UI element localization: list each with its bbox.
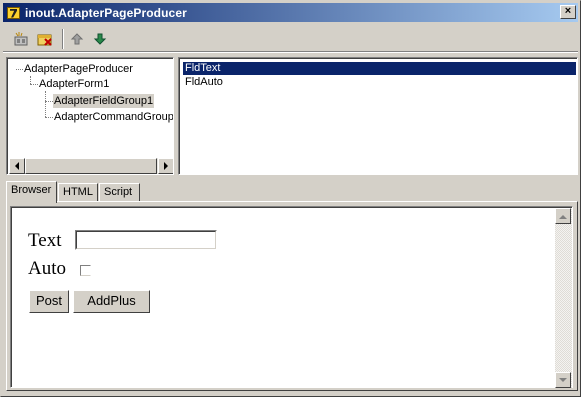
tree-connector — [45, 91, 46, 117]
delete-component-icon — [37, 34, 52, 46]
adapter-page-producer-window: inout.AdapterPageProducer × AdapterPageP… — [0, 0, 581, 397]
window-title: inout.AdapterPageProducer — [25, 5, 187, 20]
scroll-right-button[interactable] — [158, 158, 173, 174]
tree-connector — [30, 84, 38, 85]
tree-connector — [30, 76, 31, 84]
move-down-button[interactable] — [89, 29, 111, 49]
title-bar[interactable]: inout.AdapterPageProducer × — [3, 3, 578, 22]
tab-html[interactable]: HTML — [58, 183, 98, 201]
tree-connector — [45, 101, 53, 102]
post-button[interactable]: Post — [29, 290, 69, 313]
new-component-button[interactable] — [11, 29, 33, 49]
arrow-right-icon — [164, 162, 168, 170]
text-field-label: Text — [28, 230, 62, 251]
scroll-down-button[interactable] — [555, 372, 571, 388]
arrow-up-icon — [559, 214, 567, 219]
tree-horizontal-scrollbar[interactable] — [9, 158, 173, 174]
arrow-left-icon — [15, 162, 19, 170]
tree-connector — [45, 117, 53, 118]
list-item-fldauto[interactable]: FldAuto — [183, 76, 576, 89]
new-component-icon — [14, 32, 28, 46]
text-input[interactable] — [75, 230, 217, 250]
delphi-app-icon — [6, 5, 22, 21]
addplus-button[interactable]: AddPlus — [73, 290, 150, 313]
arrow-down-icon — [559, 377, 567, 382]
delete-component-button[interactable] — [35, 29, 57, 49]
scroll-thumb[interactable] — [25, 158, 157, 174]
scroll-up-button[interactable] — [555, 208, 571, 224]
toolbar — [3, 24, 578, 53]
move-down-icon — [93, 33, 107, 45]
toolbar-separator — [62, 29, 64, 49]
tree-node-adapter-command-group[interactable]: AdapterCommandGroup1 — [54, 110, 173, 124]
tree-node-adapter-field-group[interactable]: AdapterFieldGroup1 — [53, 94, 155, 108]
tree-connector — [16, 69, 23, 70]
move-up-button[interactable] — [66, 29, 88, 49]
component-tree[interactable]: AdapterPageProducer AdapterForm1 Adapter… — [6, 57, 174, 175]
list-item-fldtext[interactable]: FldText — [183, 62, 576, 75]
tab-browser[interactable]: Browser — [6, 181, 57, 203]
scroll-left-button[interactable] — [9, 158, 25, 174]
auto-field-label: Auto — [28, 258, 66, 279]
browser-tab-page: Text Auto Post AddPlus — [6, 201, 578, 391]
browser-preview: Text Auto Post AddPlus — [10, 206, 573, 388]
tab-script[interactable]: Script — [99, 183, 140, 201]
close-button[interactable]: × — [560, 5, 576, 19]
tree-node-adapter-page-producer[interactable]: AdapterPageProducer — [24, 62, 133, 76]
auto-checkbox[interactable] — [80, 265, 91, 276]
tree-node-adapter-form[interactable]: AdapterForm1 — [39, 77, 109, 91]
browser-vertical-scrollbar[interactable] — [555, 208, 572, 388]
fields-list[interactable]: FldText FldAuto — [178, 57, 578, 175]
move-up-icon — [70, 33, 84, 45]
